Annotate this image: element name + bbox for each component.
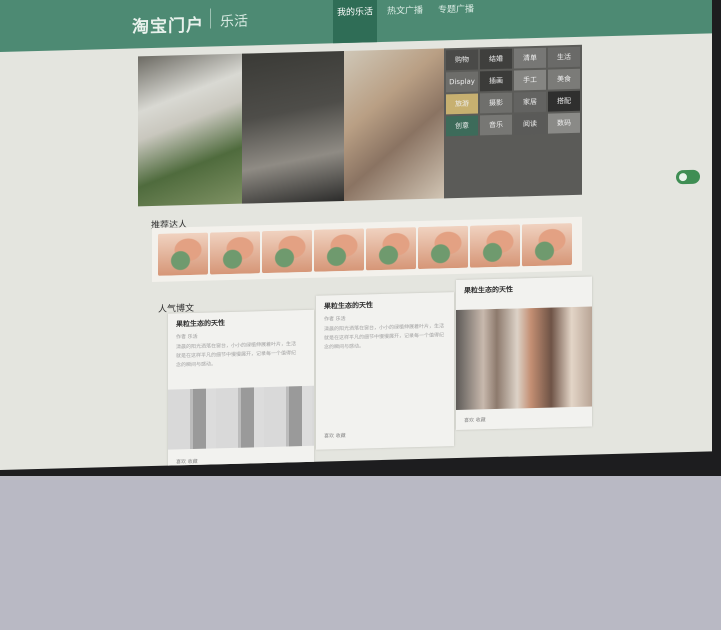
post-actions[interactable]: 喜欢 收藏 xyxy=(464,416,486,424)
post-meta: 作者 乐活 xyxy=(176,333,198,341)
category-tile[interactable]: 家居 xyxy=(514,91,546,113)
nav-item-label: 专题广播 xyxy=(437,4,474,16)
tile-label: 美食 xyxy=(557,75,571,84)
post-excerpt: 清晨的阳光洒落在窗台，小小的绿植伸展着叶片，生活就是在这样平凡的细节中慢慢展开，… xyxy=(324,323,445,351)
tile-label: 音乐 xyxy=(489,120,503,130)
post-meta: 作者 乐活 xyxy=(324,315,346,323)
nav-item-label: 热文广播 xyxy=(386,5,423,17)
hero-banner: 购物 结婚 清单 生活 Display 插画 手工 美食 旅游 摄影 家居 搭配… xyxy=(138,44,584,207)
post-card[interactable]: 果粒生态的天性 作者 乐活 清晨的阳光洒落在窗台，小小的绿植伸展着叶片，生活就是… xyxy=(316,292,454,450)
category-tile[interactable]: 美食 xyxy=(548,68,580,90)
web-page: 淘宝门户 乐活 我的乐活 热文广播 专题广播 购物 结婚 清单 生活 Displ… xyxy=(0,0,712,471)
post-image[interactable] xyxy=(168,385,314,450)
logo-divider xyxy=(210,8,211,29)
recommended-thumbnail[interactable] xyxy=(262,229,312,274)
recommended-thumbnail[interactable] xyxy=(522,223,572,267)
tile-label: 家居 xyxy=(523,97,537,107)
side-toggle-button[interactable] xyxy=(676,169,700,185)
recommended-thumbnail[interactable] xyxy=(470,224,520,268)
category-tile[interactable]: 摄影 xyxy=(480,92,512,114)
tile-label: 搭配 xyxy=(557,97,571,106)
category-tile[interactable]: 手工 xyxy=(514,69,546,91)
category-tile[interactable]: 音乐 xyxy=(480,114,512,136)
post-image[interactable] xyxy=(456,306,592,411)
category-tile[interactable]: 购物 xyxy=(446,49,478,71)
recommended-thumbnail[interactable] xyxy=(158,232,208,276)
tile-label: 阅读 xyxy=(523,119,537,129)
category-tile[interactable]: 生活 xyxy=(548,46,580,68)
tile-label: 插画 xyxy=(489,76,503,86)
recommended-thumbnail[interactable] xyxy=(210,231,260,275)
tile-label: 摄影 xyxy=(489,98,503,108)
category-tile[interactable]: Display xyxy=(446,71,478,93)
category-tile[interactable]: 结婚 xyxy=(480,48,512,70)
category-tile[interactable]: 旅游 xyxy=(446,93,478,115)
hero-photo-plant[interactable] xyxy=(138,53,242,207)
post-title[interactable]: 果粒生态的天性 xyxy=(324,300,373,311)
tile-label: 结婚 xyxy=(489,54,503,64)
category-tile[interactable]: 清单 xyxy=(514,47,546,69)
category-tile[interactable]: 阅读 xyxy=(514,113,546,135)
post-actions[interactable]: 喜欢 收藏 xyxy=(324,432,346,440)
category-tile[interactable]: 数码 xyxy=(548,112,580,134)
post-title[interactable]: 果粒生态的天性 xyxy=(464,285,513,296)
site-logo[interactable]: 淘宝门户 xyxy=(132,11,204,38)
recommended-thumbnail[interactable] xyxy=(366,227,416,271)
recommended-thumbnail[interactable] xyxy=(314,228,364,272)
nav-item-my-lohas[interactable]: 我的乐活 xyxy=(333,0,377,44)
tile-label: 旅游 xyxy=(455,99,469,109)
tile-label: 创意 xyxy=(455,121,469,131)
tile-label: 数码 xyxy=(557,119,571,128)
top-navigation-bar: 淘宝门户 乐活 我的乐活 热文广播 专题广播 xyxy=(0,0,712,53)
nav-item-topics[interactable]: 专题广播 xyxy=(434,0,478,41)
site-sub-logo[interactable]: 乐活 xyxy=(220,11,248,32)
post-card[interactable]: 果粒生态的天性 喜欢 收藏 xyxy=(456,276,592,431)
post-title[interactable]: 果粒生态的天性 xyxy=(176,318,225,329)
post-actions[interactable]: 喜欢 收藏 xyxy=(176,458,198,466)
tile-label: 生活 xyxy=(557,53,571,62)
post-excerpt: 清晨的阳光洒落在窗台，小小的绿植伸展着叶片，生活就是在这样平凡的细节中慢慢展开，… xyxy=(176,341,297,369)
hero-photo-girl[interactable] xyxy=(344,48,446,201)
category-tile[interactable]: 创意 xyxy=(446,115,478,137)
nav-item-label: 我的乐活 xyxy=(336,7,373,19)
nav-item-hot-posts[interactable]: 热文广播 xyxy=(383,0,427,42)
hero-photo-street[interactable] xyxy=(242,50,344,204)
tile-label: 购物 xyxy=(455,55,469,65)
tile-label: 清单 xyxy=(523,53,537,63)
monitor-screen: 淘宝门户 乐活 我的乐活 热文广播 专题广播 购物 结婚 清单 生活 Displ… xyxy=(0,0,721,476)
post-card[interactable]: 果粒生态的天性 作者 乐活 清晨的阳光洒落在窗台，小小的绿植伸展着叶片，生活就是… xyxy=(168,309,314,471)
recommended-thumbnail[interactable] xyxy=(418,225,468,270)
category-tile[interactable]: 搭配 xyxy=(548,90,580,112)
category-tile-grid: 购物 结婚 清单 生活 Display 插画 手工 美食 旅游 摄影 家居 搭配… xyxy=(444,44,582,199)
tile-label: 手工 xyxy=(523,75,537,85)
tile-label: Display xyxy=(449,77,475,87)
recommended-strip xyxy=(152,216,582,283)
category-tile[interactable]: 插画 xyxy=(480,70,512,92)
